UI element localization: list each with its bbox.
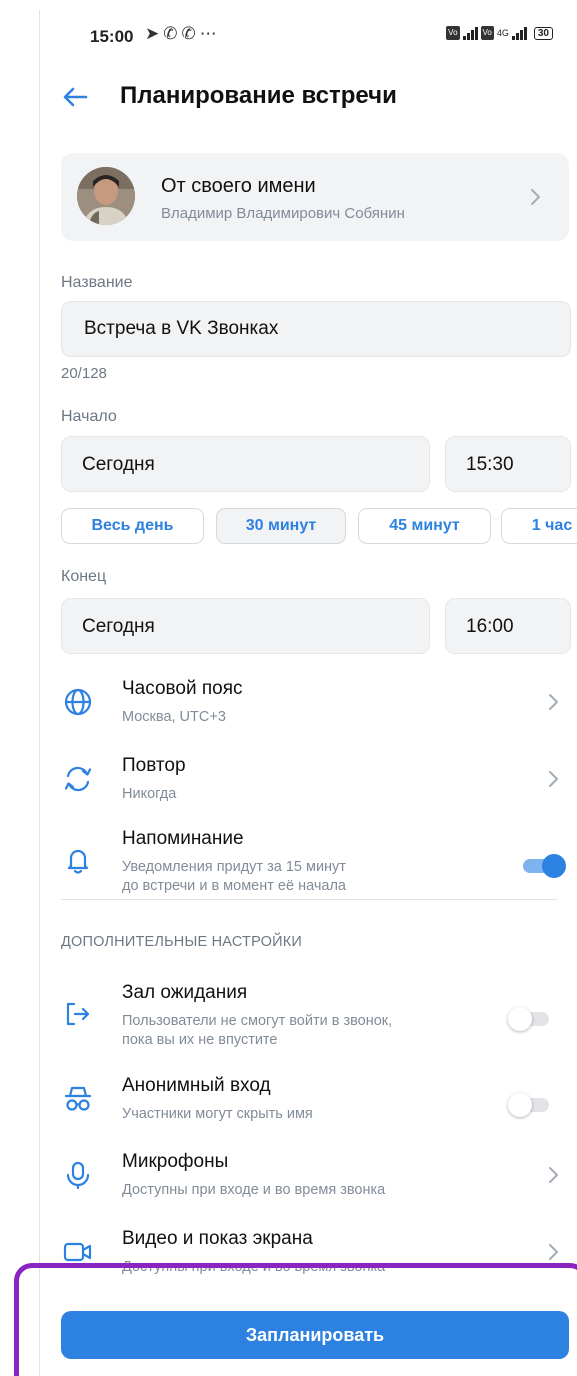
signal-icon xyxy=(462,26,478,40)
chevron-right-icon xyxy=(543,1242,563,1262)
author-selector[interactable]: От своего имени Владимир Владимирович Со… xyxy=(61,153,569,241)
status-left-icons: ➤✆✆⋯ xyxy=(145,24,221,44)
chevron-right-icon xyxy=(543,692,563,712)
timezone-row[interactable]: Часовой пояс Москва, UTC+3 xyxy=(40,670,577,732)
status-right-icons: Vo Vo 4G 30 xyxy=(446,26,553,40)
meeting-name-value: Встреча в VK Звонках xyxy=(84,318,279,339)
microphones-description: Доступны при входе и во время звонка xyxy=(122,1182,386,1198)
microphone-icon xyxy=(62,1159,94,1191)
name-label: Название xyxy=(61,274,133,291)
end-time-field[interactable]: 16:00 xyxy=(445,598,571,654)
start-date-value: Сегодня xyxy=(82,454,155,475)
chevron-right-icon xyxy=(543,1165,563,1185)
meeting-name-input[interactable]: Встреча в VK Звонках xyxy=(61,301,571,357)
app-screen: 15:00 ➤✆✆⋯ Vo Vo 4G 30 Планирование встр… xyxy=(40,10,577,1376)
author-title: От своего имени xyxy=(161,175,316,197)
anonymous-entry-description: Участники могут скрыть имя xyxy=(122,1106,313,1122)
waiting-room-description-line-2: пока вы их не впустите xyxy=(122,1032,278,1048)
status-time: 15:00 xyxy=(90,27,134,46)
arrow-left-icon xyxy=(63,87,88,107)
anonymous-entry-title: Анонимный вход xyxy=(122,1075,271,1096)
waiting-room-toggle[interactable] xyxy=(508,1007,552,1031)
waiting-room-description: Пользователи не смогут войти в звонок, п… xyxy=(122,1012,502,1050)
start-time-field[interactable]: 15:30 xyxy=(445,436,571,492)
avatar xyxy=(77,167,135,225)
back-button[interactable] xyxy=(58,80,92,114)
timezone-title: Часовой пояс xyxy=(122,678,243,699)
anonymous-entry-row: Анонимный вход Участники могут скрыть им… xyxy=(40,1067,577,1129)
chevron-right-icon xyxy=(543,769,563,789)
reminder-toggle[interactable] xyxy=(520,854,566,878)
repeat-icon xyxy=(62,763,94,795)
reminder-row: Напоминание Уведомления придут за 15 мин… xyxy=(40,822,577,896)
repeat-value: Никогда xyxy=(122,786,177,802)
status-bar: 15:00 ➤✆✆⋯ Vo Vo 4G 30 xyxy=(40,24,577,50)
video-description: Доступны при входе и во время звонка xyxy=(122,1259,386,1275)
reminder-description: Уведомления придут за 15 минут до встреч… xyxy=(122,858,502,896)
location-arrow-icon: ➤ xyxy=(145,24,164,43)
globe-icon xyxy=(62,686,94,718)
chip-1-hour[interactable]: 1 час xyxy=(501,508,577,544)
waiting-room-title: Зал ожидания xyxy=(122,982,248,1003)
reminder-description-line-1: Уведомления придут за 15 минут xyxy=(122,859,346,875)
chevron-right-icon xyxy=(525,187,545,207)
signal-icon-2 xyxy=(511,26,527,40)
whatsapp-icon: ✆ xyxy=(163,24,182,43)
author-name: Владимир Владимирович Собянин xyxy=(161,205,405,222)
incognito-icon xyxy=(62,1083,94,1115)
more-dots-icon: ⋯ xyxy=(199,24,221,43)
end-time-value: 16:00 xyxy=(466,616,514,637)
repeat-row[interactable]: Повтор Никогда xyxy=(40,747,577,809)
character-counter: 20/128 xyxy=(61,365,107,382)
video-screen-share-row[interactable]: Видео и показ экрана Доступны при входе … xyxy=(40,1220,577,1282)
timezone-value: Москва, UTC+3 xyxy=(122,709,226,725)
battery-icon: 30 xyxy=(533,26,553,40)
microphones-row[interactable]: Микрофоны Доступны при входе и во время … xyxy=(40,1143,577,1205)
start-time-value: 15:30 xyxy=(466,454,514,475)
end-date-field[interactable]: Сегодня xyxy=(61,598,430,654)
reminder-title: Напоминание xyxy=(122,828,244,849)
bell-icon xyxy=(62,844,94,876)
start-date-field[interactable]: Сегодня xyxy=(61,436,430,492)
reminder-description-line-2: до встречи и в момент её начала xyxy=(122,878,346,894)
volte-icon-2: Vo xyxy=(480,26,494,40)
start-label: Начало xyxy=(61,408,117,425)
duration-chips: Весь день 30 минут 45 минут 1 час xyxy=(61,508,577,544)
divider xyxy=(61,899,557,900)
repeat-title: Повтор xyxy=(122,755,186,776)
waiting-room-row: Зал ожидания Пользователи не смогут войт… xyxy=(40,976,577,1050)
end-date-value: Сегодня xyxy=(82,616,155,637)
chip-45-min[interactable]: 45 минут xyxy=(358,508,491,544)
chip-all-day[interactable]: Весь день xyxy=(61,508,204,544)
door-enter-icon xyxy=(62,998,94,1030)
network-type: 4G xyxy=(496,28,509,38)
anonymous-entry-toggle[interactable] xyxy=(508,1093,552,1117)
chip-30-min[interactable]: 30 минут xyxy=(216,508,346,544)
video-title: Видео и показ экрана xyxy=(122,1228,313,1249)
page-title: Планирование встречи xyxy=(120,82,397,109)
end-label: Конец xyxy=(61,568,107,585)
viber-icon: ✆ xyxy=(181,24,200,43)
video-camera-icon xyxy=(62,1236,94,1268)
additional-settings-header: ДОПОЛНИТЕЛЬНЫЕ НАСТРОЙКИ xyxy=(61,934,303,950)
volte-icon: Vo xyxy=(446,26,460,40)
schedule-button[interactable]: Запланировать xyxy=(61,1311,569,1359)
page-header: Планирование встречи xyxy=(40,74,577,124)
microphones-title: Микрофоны xyxy=(122,1151,229,1172)
waiting-room-description-line-1: Пользователи не смогут войти в звонок, xyxy=(122,1013,393,1029)
